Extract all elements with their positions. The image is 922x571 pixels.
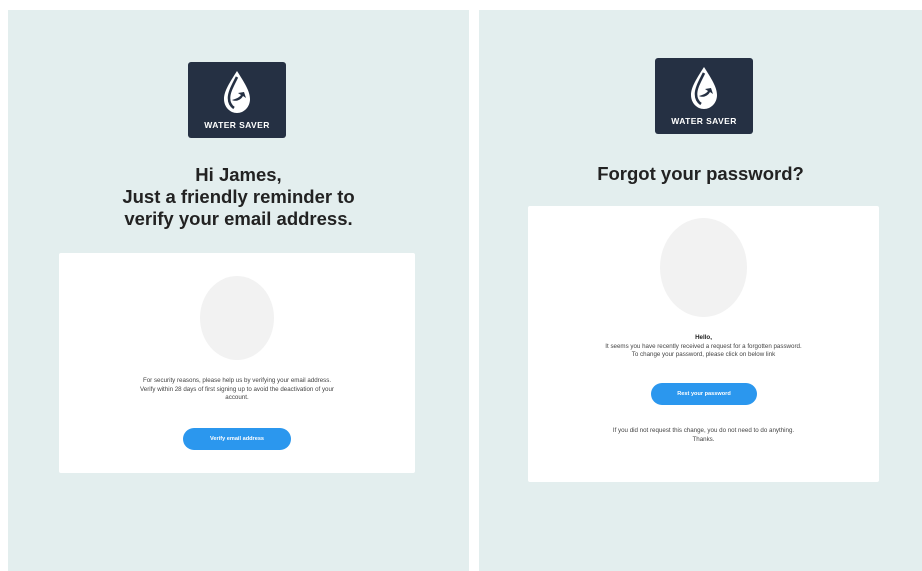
greeting-suffix: ,: [276, 164, 282, 185]
verify-email-card: For security reasons, please help us by …: [59, 253, 415, 473]
headline-line-3: verify your email address.: [124, 208, 353, 229]
verify-body-line-3: account.: [225, 394, 249, 401]
avatar-placeholder: [200, 276, 274, 360]
greeting-prefix: Hi: [195, 164, 219, 185]
avatar-placeholder: [660, 218, 747, 317]
water-saver-logo: WATER SAVER: [655, 58, 753, 134]
verify-email-button[interactable]: Verify email address: [183, 428, 291, 450]
brand-name: WATER SAVER: [204, 120, 270, 130]
verify-message: For security reasons, please help us by …: [59, 377, 415, 403]
reset-body-line-2: To change your password, please click on…: [631, 351, 776, 358]
page-title: Hi James, Just a friendly reminder to ve…: [8, 164, 469, 230]
forgot-password-card: Hello, It seems you have recently receiv…: [528, 206, 879, 482]
footer-line-2: Thanks.: [692, 435, 715, 443]
reset-message: Hello, It seems you have recently receiv…: [528, 334, 879, 360]
headline-line-2: Just a friendly reminder to: [122, 186, 355, 207]
page-title: Forgot your password?: [597, 163, 804, 184]
verify-body-line-1: For security reasons, please help us by …: [142, 377, 332, 384]
user-name: James: [218, 164, 277, 185]
brand-name: WATER SAVER: [671, 116, 737, 126]
footer-message: If you did not request this change, you …: [528, 427, 879, 444]
reset-password-button[interactable]: Rest your password: [651, 383, 757, 405]
forgot-password-panel: WATER SAVER Forgot your password? Hello,…: [479, 10, 922, 571]
water-saver-logo: WATER SAVER: [188, 62, 286, 138]
footer-line-1: If you did not request this change, you …: [612, 427, 795, 434]
verify-email-panel: WATER SAVER Hi James, Just a friendly re…: [8, 10, 469, 571]
verify-body-line-2: Verify within 28 days of first signing u…: [140, 385, 334, 393]
reset-body-line-1: It seems you have recently received a re…: [605, 342, 802, 350]
water-drop-icon: [224, 71, 250, 113]
hello-text: Hello,: [695, 334, 712, 341]
water-drop-icon: [691, 67, 717, 109]
